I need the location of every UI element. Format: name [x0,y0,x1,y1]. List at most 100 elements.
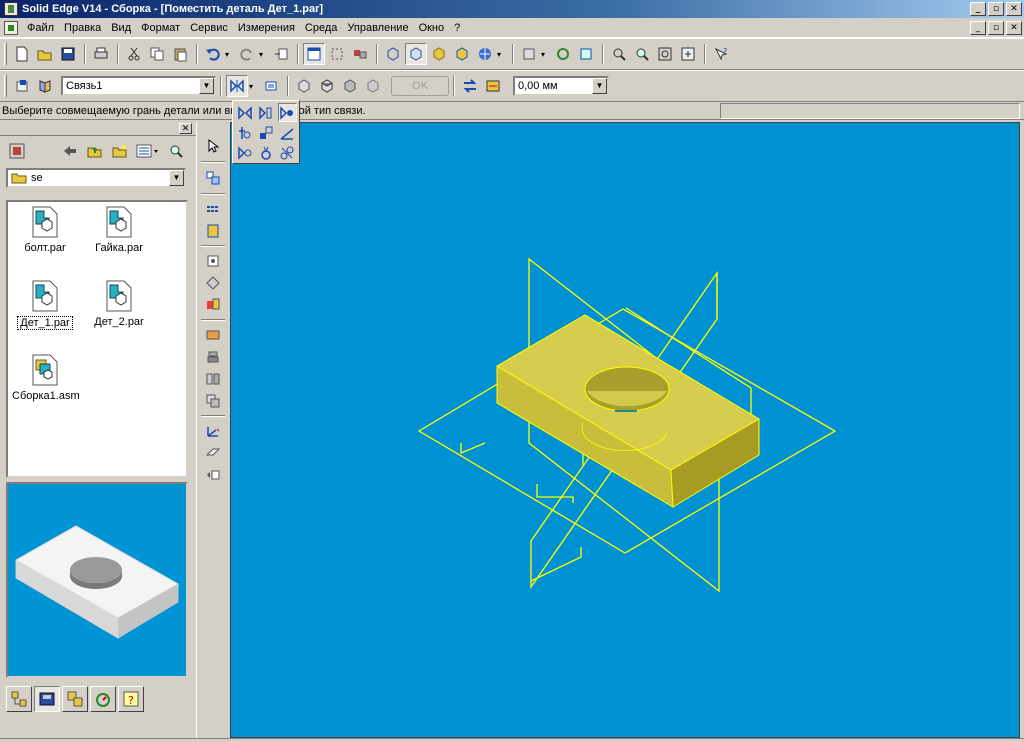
coordinate-system-icon[interactable] [201,420,225,442]
parts-library-tab-icon[interactable] [34,686,60,712]
color-globe-icon[interactable] [474,43,496,65]
menu-window[interactable]: Окно [414,18,450,38]
list-item[interactable]: Дет_2.par [84,280,154,328]
named-views-icon[interactable] [575,43,597,65]
new-icon[interactable] [11,43,33,65]
wireframe-view-icon[interactable] [382,43,404,65]
redo-icon[interactable] [236,43,258,65]
cut-icon[interactable] [123,43,145,65]
menu-manage[interactable]: Управление [342,18,413,38]
menu-format[interactable]: Формат [136,18,185,38]
view-dropdown-icon[interactable]: ▾ [541,50,549,59]
menu-help[interactable]: ? [449,18,465,38]
edgebar-icon[interactable] [303,43,325,65]
graphics-window[interactable] [230,122,1020,738]
view-orientation-icon[interactable] [518,43,540,65]
view-mode-icon[interactable] [134,140,162,162]
cutout-icon[interactable] [201,324,225,346]
angle-icon[interactable] [278,123,297,142]
color-dropdown-icon[interactable]: ▾ [497,50,505,59]
close-button[interactable]: ✕ [1006,2,1022,16]
mate-icon[interactable] [235,103,254,122]
relation-type-dropdown-icon[interactable]: ▾ [249,82,257,91]
back-icon[interactable] [59,140,81,162]
ok-button[interactable]: OK [391,76,449,96]
close-panel-icon[interactable]: ✕ [179,123,192,134]
part-properties-icon[interactable] [11,75,33,97]
doc-close-button[interactable]: ✕ [1006,21,1022,35]
menu-edit[interactable]: Правка [59,18,106,38]
feature-library-tab-icon[interactable] [62,686,88,712]
print-icon[interactable] [90,43,112,65]
step-target-part-icon[interactable] [339,75,361,97]
insert-icon[interactable] [235,123,254,142]
zoom-icon[interactable] [631,43,653,65]
whats-this-help-icon[interactable]: ? [710,43,732,65]
tangent-icon[interactable] [235,143,254,162]
list-item[interactable]: Сборка1.asm [10,354,80,402]
visible-edges-icon[interactable] [405,43,427,65]
connect-icon[interactable] [256,123,275,142]
explode-icon[interactable] [201,294,225,316]
up-folder-icon[interactable] [84,140,106,162]
flip-icon[interactable] [459,75,481,97]
doc-restore-button[interactable]: ▫ [988,21,1004,35]
redo-dropdown-icon[interactable]: ▾ [259,50,267,59]
save-icon[interactable] [57,43,79,65]
shaded-edges-icon[interactable] [451,43,473,65]
open-icon[interactable] [34,43,56,65]
list-item[interactable]: Гайка.par [84,206,154,254]
diamond-icon[interactable] [201,272,225,294]
paste-icon[interactable] [169,43,191,65]
search-icon[interactable] [165,140,187,162]
revolved-cutout-icon[interactable] [201,368,225,390]
mate-relation-icon[interactable] [226,75,248,97]
list-item[interactable]: болт.par [10,206,80,254]
pattern-icon[interactable] [201,198,225,220]
menu-view[interactable]: Вид [106,18,136,38]
offset-select[interactable]: 0,00 мм ▼ [513,76,609,96]
shaded-view-icon[interactable] [428,43,450,65]
menu-file[interactable]: Файл [22,18,59,38]
assemble-icon[interactable] [201,166,225,190]
rotate-view-icon[interactable] [552,43,574,65]
chevron-down-icon[interactable]: ▼ [199,78,214,94]
step-target-face-icon[interactable] [362,75,384,97]
planar-align-icon[interactable] [256,103,275,122]
document-icon[interactable] [4,20,18,35]
folder-select[interactable]: se ▼ [6,168,186,188]
layers-tab-icon[interactable] [90,686,116,712]
capture-fit-icon[interactable] [201,250,225,272]
help-tab-icon[interactable]: ? [118,686,144,712]
pan-icon[interactable] [677,43,699,65]
restore-button[interactable]: ▫ [988,2,1004,16]
assembly-tool-icon[interactable] [349,43,371,65]
undo-icon[interactable] [202,43,224,65]
undo-dropdown-icon[interactable]: ▾ [225,50,233,59]
axial-align-icon[interactable] [277,103,297,122]
step-face-icon[interactable] [316,75,338,97]
menu-tools[interactable]: Сервис [185,18,233,38]
relationship-select[interactable]: Связь1 ▼ [61,76,216,96]
menu-environment[interactable]: Среда [300,18,342,38]
assembly-pathfinder-tab-icon[interactable] [6,686,32,712]
options-icon[interactable] [260,75,282,97]
assembly-feature-icon[interactable] [201,390,225,412]
zoom-area-icon[interactable] [608,43,630,65]
mirror-part-icon[interactable] [201,220,225,242]
gear-icon[interactable] [278,143,297,162]
cam-icon[interactable] [256,143,275,162]
reference-planes-icon[interactable] [34,75,56,97]
offset-type-icon[interactable] [482,75,504,97]
chevron-down-icon[interactable]: ▼ [592,78,607,94]
hole-icon[interactable] [201,346,225,368]
new-folder-icon[interactable] [109,140,131,162]
select-tool-icon[interactable] [326,43,348,65]
doc-minimize-button[interactable]: _ [970,21,986,35]
list-item[interactable]: Дет_1.par [10,280,80,330]
select-arrow-icon[interactable] [201,134,225,158]
sketch-icon[interactable] [201,464,225,486]
copy-icon[interactable] [146,43,168,65]
solid-edge-app-icon[interactable] [4,2,18,16]
plane-icon[interactable] [201,442,225,464]
